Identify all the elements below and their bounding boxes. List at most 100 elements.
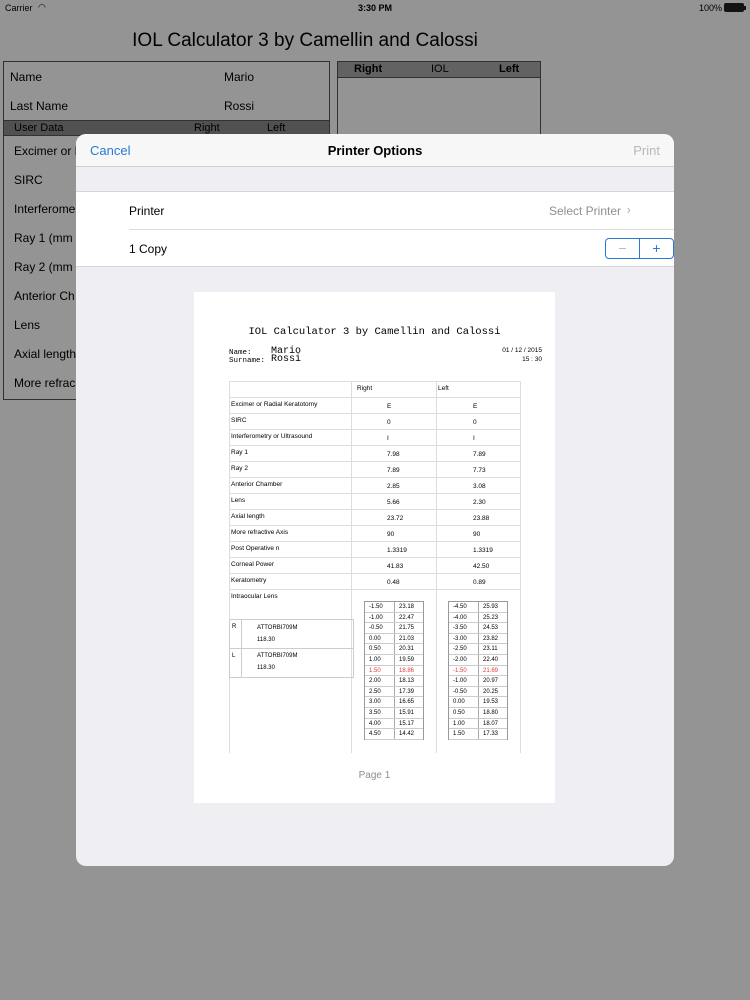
iol-refraction: 0.00: [369, 635, 381, 642]
iol-refraction: -4.00: [453, 614, 467, 621]
preview-row-left: 3.08: [473, 483, 486, 490]
iol-power: 22.47: [399, 614, 415, 621]
preview-row-right: 7.98: [387, 451, 400, 458]
iol-power-row: -0.50 20.25: [449, 687, 507, 698]
iol-refraction: -2.00: [453, 657, 467, 663]
iol-power: 20.97: [483, 678, 499, 685]
iol-power: 25.23: [483, 614, 499, 621]
iol-power-row: -1.00 20.97: [449, 676, 507, 687]
iol-power: 18.86: [399, 667, 415, 674]
preview-row-left: 90: [473, 531, 481, 538]
iol-power: 24.53: [483, 625, 499, 632]
preview-row-right: 2.85: [387, 483, 400, 490]
iol-refraction: 3.00: [369, 699, 381, 706]
lens-right-value: 118.30: [257, 637, 275, 643]
iol-refraction: -0.50: [369, 625, 383, 632]
iol-refraction: 4.00: [369, 720, 381, 727]
preview-row-name: Keratometry: [231, 577, 267, 584]
preview-row: More refractive Axis 90 90: [229, 526, 521, 542]
page-number: Page 1: [358, 770, 391, 781]
lens-left-side: L: [232, 653, 236, 659]
preview-row: Corneal Power 41.83 42.50: [229, 558, 521, 574]
iol-power-row: 1.00 18.07: [449, 719, 507, 730]
iol-power-row: -3.50 24.53: [449, 623, 507, 634]
preview-row: SIRC 0 0: [229, 414, 521, 430]
preview-date: 01 / 12 / 2015: [502, 347, 542, 354]
iol-power-row: 3.00 16.65: [365, 697, 423, 708]
lens-right-side: R: [232, 624, 237, 630]
print-preview-page[interactable]: IOL Calculator 3 by Camellin and Calossi…: [194, 292, 555, 803]
preview-row-left: 2.30: [473, 499, 486, 506]
copies-stepper[interactable]: − +: [605, 238, 674, 259]
preview-row-name: Ray 1: [231, 449, 248, 456]
preview-surname-value: Rossi: [271, 354, 302, 365]
preview-row: Anterior Chamber 2.85 3.08: [229, 478, 521, 494]
iol-power: 23.82: [483, 635, 499, 642]
iol-refraction: 0.00: [453, 699, 465, 706]
iol-refraction: -4.50: [453, 604, 467, 610]
iol-refraction: -2.50: [453, 646, 467, 653]
preview-row-right: 7.89: [387, 467, 400, 474]
iol-power-row: 1.50 17.33: [449, 729, 507, 740]
printer-row[interactable]: Printer Select Printer ›: [129, 192, 674, 230]
iol-power: 18.80: [483, 710, 499, 716]
iol-power: 21.69: [483, 667, 499, 674]
preview-row: Excimer or Radial Keratotomy E E: [229, 398, 521, 414]
iol-refraction: -1.50: [369, 604, 383, 610]
preview-row-left: E: [473, 403, 478, 410]
preview-row: Ray 2 7.89 7.73: [229, 462, 521, 478]
iol-power-row: 1.00 19.59: [365, 655, 423, 666]
iol-refraction: -0.50: [453, 688, 467, 695]
preview-row-name: Anterior Chamber: [231, 481, 283, 488]
increment-button[interactable]: +: [640, 239, 673, 258]
preview-row-right: 0.48: [387, 579, 400, 586]
iol-power-row: 0.50 20.31: [365, 644, 423, 655]
preview-surname-label: Surname:: [229, 357, 266, 365]
preview-row-right: I: [387, 435, 389, 442]
preview-row-name: Lens: [231, 497, 246, 504]
lens-right-name: ATTORBI709M: [257, 625, 298, 631]
decrement-button[interactable]: −: [606, 239, 640, 258]
preview-row: Interferometry or Ultrasound I I: [229, 430, 521, 446]
printer-options-list: Printer Select Printer › 1 Copy − +: [76, 191, 674, 267]
lens-left-name: ATTORBI709M: [257, 653, 298, 659]
iol-refraction: 2.50: [369, 688, 381, 695]
iol-power: 15.17: [399, 720, 415, 727]
lens-selection: R ATTORBI709M 118.30 L ATTORBI709M 118.3…: [229, 619, 354, 679]
iol-power-row: -2.50 23.11: [449, 644, 507, 655]
preview-row-left: 7.73: [473, 467, 486, 474]
iol-power-row: 2.50 17.39: [365, 687, 423, 698]
iol-power: 22.40: [483, 657, 499, 663]
iol-power-row: 0.00 19.53: [449, 697, 507, 708]
print-button[interactable]: Print: [633, 143, 660, 158]
preview-row-left: 0: [473, 419, 477, 426]
iol-power: 21.75: [399, 625, 415, 632]
iol-power: 23.11: [483, 646, 498, 653]
dialog-title: Printer Options: [327, 143, 423, 158]
iol-power-row: 4.00 15.17: [365, 719, 423, 730]
iol-power: 21.03: [399, 635, 415, 642]
lens-left-value: 118.30: [257, 665, 275, 671]
printer-value[interactable]: Select Printer: [549, 204, 621, 218]
iol-refraction: 0.50: [453, 710, 465, 716]
iol-power: 16.65: [399, 699, 415, 706]
iol-power: 17.33: [483, 731, 499, 738]
iol-power-row: 1.50 18.86: [365, 666, 423, 677]
iol-refraction: 1.00: [453, 720, 465, 727]
preview-row-right: 1.3319: [387, 547, 407, 554]
iol-refraction: -1.00: [369, 614, 383, 621]
iol-power-row: 0.00 21.03: [365, 634, 423, 645]
iol-power: 17.39: [399, 688, 415, 695]
iol-power-row: -0.50 21.75: [365, 623, 423, 634]
iol-power-row: -4.50 25.93: [449, 602, 507, 613]
preview-row-right: 90: [387, 531, 395, 538]
iol-power: 18.13: [399, 678, 415, 685]
preview-header-row: [229, 382, 521, 398]
preview-data-table: Right Left Excimer or Radial Keratotomy E…: [229, 381, 521, 753]
preview-row-name: Interferometry or Ultrasound: [231, 433, 313, 440]
iol-power-row: -1.50 23.18: [365, 602, 423, 613]
preview-time: 15 : 30: [522, 356, 542, 363]
iol-power: 25.93: [483, 604, 499, 610]
preview-row-right: 5.66: [387, 499, 400, 506]
chevron-right-icon: ›: [626, 202, 631, 217]
